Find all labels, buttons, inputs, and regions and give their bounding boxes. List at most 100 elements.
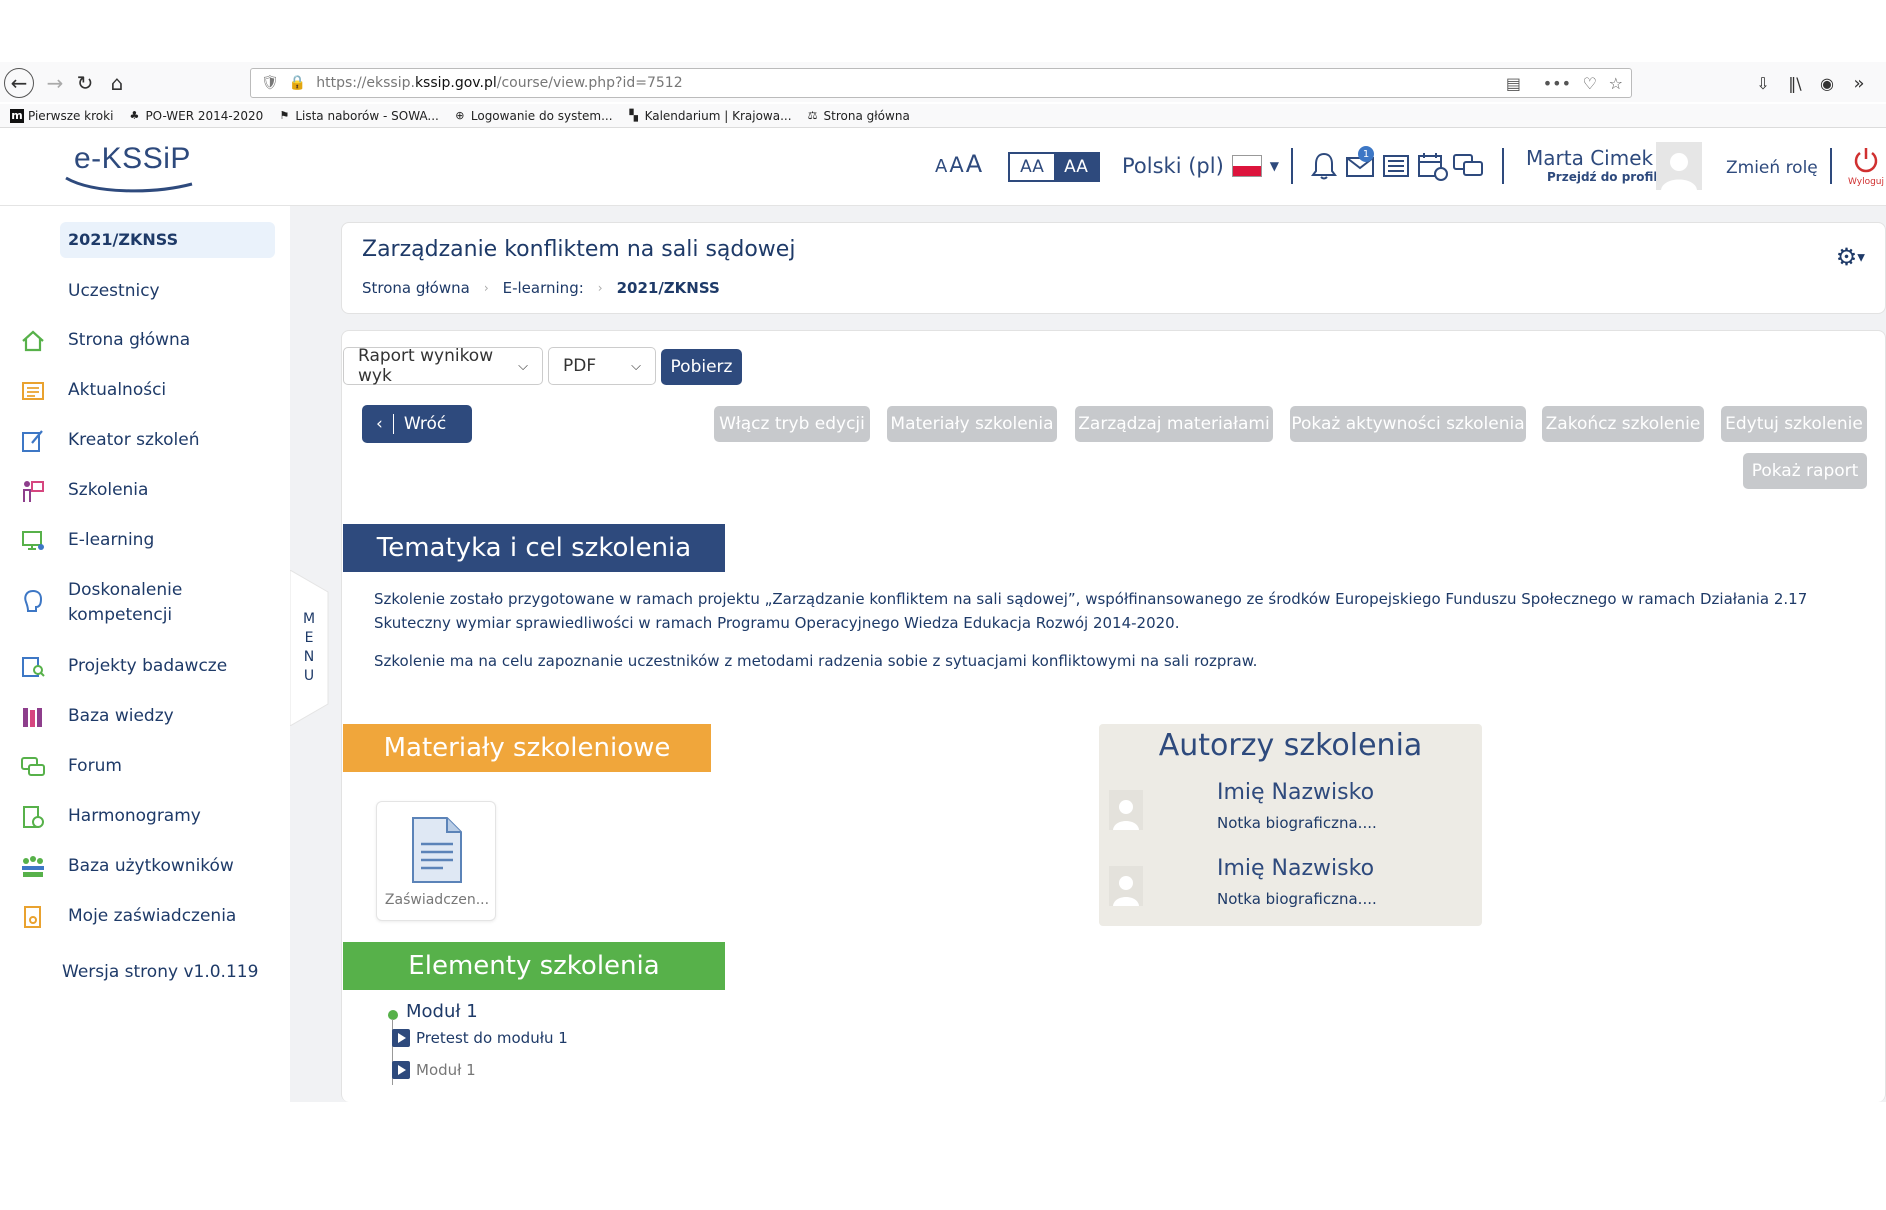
- author-avatar: [1109, 866, 1143, 906]
- settings-menu[interactable]: ⚙▼: [1836, 243, 1865, 271]
- menu-tab-label: M E N U: [302, 611, 316, 684]
- pocket-icon[interactable]: ♡: [1583, 69, 1597, 97]
- show-activities-button[interactable]: Pokaż aktywności szkolenia: [1290, 406, 1526, 442]
- font-size-small[interactable]: A: [935, 156, 947, 177]
- browser-reload-icon[interactable]: ↻: [70, 68, 100, 98]
- header-divider: [1291, 148, 1293, 184]
- chevron-left-icon: ‹: [376, 414, 383, 434]
- bookmark-item[interactable]: m Pierwsze kroki: [10, 108, 113, 123]
- chevron-down-icon: ⌵: [631, 358, 641, 374]
- module-title[interactable]: Moduł 1: [406, 1001, 478, 1022]
- course-description: Szkolenie zostało przygotowane w ramach …: [374, 587, 1874, 687]
- sidebar-item-forum[interactable]: Forum: [68, 756, 122, 776]
- sidebar-item-competence[interactable]: Doskonalenie kompetencji: [68, 578, 198, 628]
- show-report-button[interactable]: Pokaż raport: [1743, 453, 1867, 489]
- avatar[interactable]: [1656, 142, 1702, 190]
- caret-down-icon: ▼: [1857, 252, 1865, 264]
- reader-view-icon[interactable]: ▤: [1506, 69, 1521, 97]
- contrast-high[interactable]: AA: [1054, 154, 1098, 180]
- change-role-link[interactable]: Zmień rolę: [1726, 158, 1818, 178]
- sidebar-item-course-creator[interactable]: Kreator szkoleń: [68, 430, 199, 450]
- font-size-control[interactable]: AAA: [935, 150, 982, 178]
- sidebar-item-participants[interactable]: Uczestnicy: [68, 281, 160, 301]
- user-name[interactable]: Marta Cimek: [1526, 146, 1653, 170]
- calendar-icon[interactable]: [1416, 150, 1448, 182]
- chevron-down-icon: ▼: [1269, 159, 1279, 173]
- browser-home-icon[interactable]: ⌂: [102, 68, 132, 98]
- overflow-menu-icon[interactable]: »: [1844, 68, 1874, 98]
- site-logo[interactable]: e-KSSiP: [64, 138, 204, 198]
- browser-forward-icon[interactable]: →: [40, 68, 70, 98]
- sidebar-item-research[interactable]: Projekty badawcze: [68, 656, 227, 676]
- profile-link[interactable]: Przejdź do profilu: [1547, 170, 1666, 184]
- sidebar-item-elearning[interactable]: E-learning: [68, 530, 154, 550]
- breadcrumb-item[interactable]: E-learning:: [503, 279, 584, 297]
- address-bar[interactable]: 🛡 🔒 https://ekssip.kssip.gov.pl/course/v…: [250, 68, 1632, 98]
- downloads-icon[interactable]: ⇩: [1748, 68, 1778, 98]
- author-name: Imię Nazwisko: [1217, 780, 1375, 805]
- books-icon: [23, 708, 42, 727]
- lock-icon: 🔒: [288, 75, 307, 91]
- module-bullet: [388, 1010, 398, 1020]
- header-divider: [1502, 148, 1504, 184]
- breadcrumb-current[interactable]: 2021/ZKNSS: [617, 279, 720, 297]
- account-icon[interactable]: ◉: [1812, 68, 1842, 98]
- url-text: https://ekssip.kssip.gov.pl/course/view.…: [316, 75, 683, 91]
- material-file-label: Zaświadczen...: [384, 892, 490, 908]
- sidebar-item-schedules[interactable]: Harmonogramy: [68, 806, 201, 826]
- brain-icon: [24, 589, 43, 612]
- download-button[interactable]: Pobierz: [661, 349, 742, 385]
- module-activity[interactable]: Moduł 1: [392, 1061, 476, 1079]
- chevron-down-icon: ⌵: [518, 358, 528, 374]
- course-materials-button[interactable]: Materiały szkolenia: [887, 406, 1057, 442]
- format-select[interactable]: PDF ⌵: [548, 347, 656, 385]
- contrast-toggle[interactable]: AA AA: [1008, 152, 1100, 182]
- report-select[interactable]: Raport wynikow wyk ⌵: [343, 346, 543, 386]
- bookmark-star-icon[interactable]: ☆: [1609, 69, 1623, 97]
- author-item[interactable]: Imię Nazwisko Notka biograficzna....: [1109, 780, 1469, 840]
- bookmark-item[interactable]: ♣ PO-WER 2014-2020: [127, 109, 264, 123]
- authors-panel: Autorzy szkolenia Imię Nazwisko Notka bi…: [1099, 724, 1482, 926]
- page-title: Zarządzanie konfliktem na sali sądowej: [362, 237, 796, 262]
- user-silhouette-icon: [1113, 800, 1139, 830]
- sidebar-item-course[interactable]: 2021/ZKNSS: [60, 222, 275, 258]
- sidebar-item-knowledge[interactable]: Baza wiedzy: [68, 706, 174, 726]
- sidebar-item-trainings[interactable]: Szkolenia: [68, 480, 148, 500]
- breadcrumb-item[interactable]: Strona główna: [362, 279, 470, 297]
- page-actions-icon[interactable]: •••: [1543, 69, 1571, 97]
- author-item[interactable]: Imię Nazwisko Notka biograficzna....: [1109, 856, 1469, 916]
- site-header: e-KSSiP AAA AA AA Polski (pl) ▼ 1 Marta …: [0, 128, 1886, 206]
- bell-icon[interactable]: [1308, 150, 1340, 182]
- sidebar-item-news[interactable]: Aktualności: [68, 380, 166, 400]
- bookmark-item[interactable]: ▚ Kalendarium | Krajowa...: [627, 109, 791, 123]
- manage-materials-button[interactable]: Zarządzaj materiałami: [1075, 406, 1273, 442]
- logout-button[interactable]: Wyloguj: [1848, 146, 1886, 187]
- edit-icon: [22, 430, 43, 452]
- contrast-normal[interactable]: AA: [1010, 154, 1054, 180]
- description-paragraph: Szkolenie ma na celu zapoznanie uczestni…: [374, 652, 1258, 670]
- menu-tab[interactable]: M E N U: [290, 570, 330, 726]
- sidebar-item-certificates[interactable]: Moje zaświadczenia: [68, 906, 236, 926]
- edit-course-button[interactable]: Edytuj szkolenie: [1721, 406, 1867, 442]
- back-button[interactable]: ‹ Wróć: [362, 405, 472, 443]
- bookmark-item[interactable]: ⚖ Strona główna: [806, 109, 910, 123]
- edit-mode-button[interactable]: Włącz tryb edycji: [714, 406, 870, 442]
- library-icon[interactable]: ‖\: [1780, 68, 1810, 98]
- font-size-large[interactable]: A: [966, 150, 982, 178]
- language-select[interactable]: Polski (pl) ▼: [1122, 154, 1279, 178]
- bookmark-item[interactable]: ⚑ Lista naborów - SOWA...: [277, 109, 439, 123]
- news-icon[interactable]: [1380, 150, 1412, 182]
- font-size-medium[interactable]: A: [949, 153, 963, 177]
- material-file[interactable]: Zaświadczen...: [376, 801, 496, 921]
- finish-course-button[interactable]: Zakończ szkolenie: [1542, 406, 1704, 442]
- site-version: Wersja strony v1.0.119: [62, 962, 259, 982]
- poland-flag-icon: [1231, 155, 1262, 177]
- module-activity[interactable]: Pretest do modułu 1: [392, 1029, 568, 1047]
- sidebar-item-users[interactable]: Baza użytkowników: [68, 856, 234, 876]
- bookmark-item[interactable]: ⊕ Logowanie do system...: [453, 109, 612, 123]
- shield-icon: 🛡: [261, 75, 279, 91]
- presentation-icon: [23, 481, 44, 502]
- browser-back-icon[interactable]: ←: [4, 68, 34, 98]
- chat-icon[interactable]: [1452, 150, 1484, 182]
- sidebar-item-home[interactable]: Strona główna: [68, 330, 190, 350]
